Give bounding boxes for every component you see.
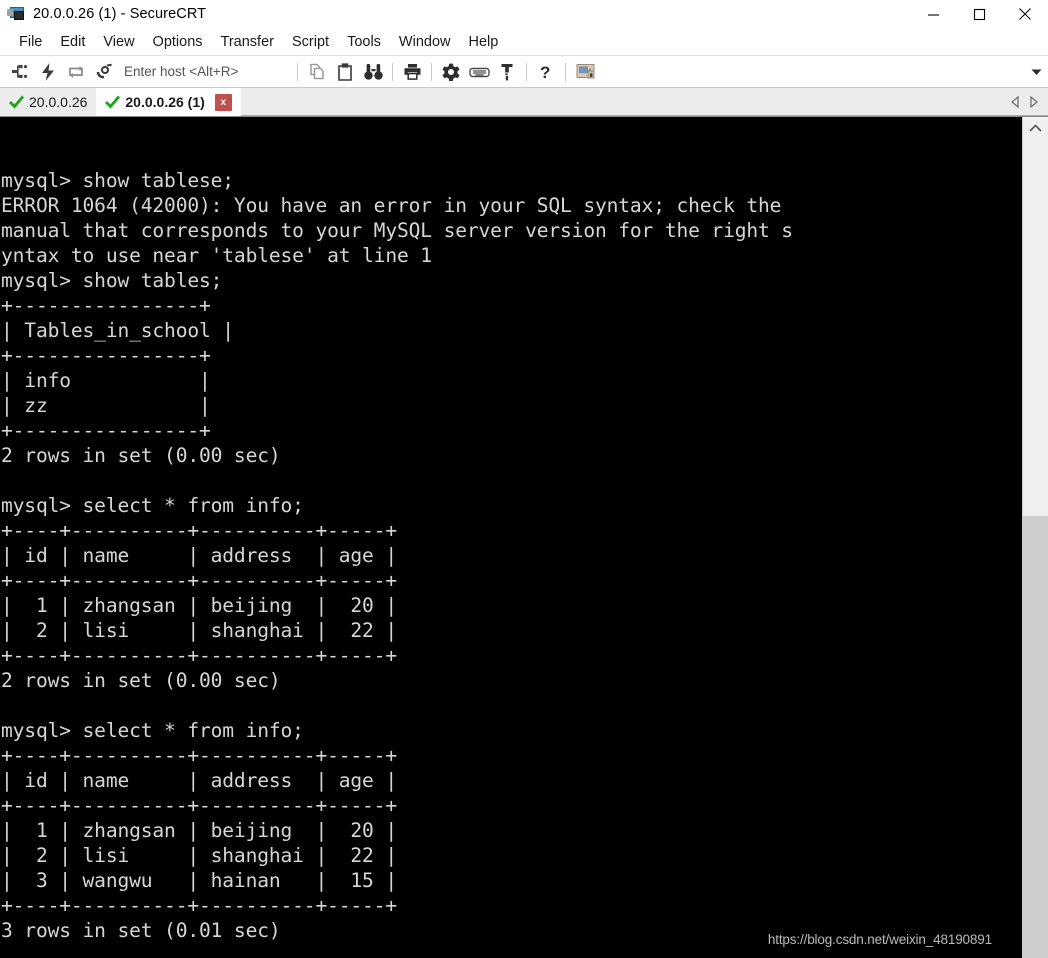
host-input[interactable]: Enter host <Alt+R> xyxy=(124,64,284,79)
tab-bar: 20.0.0.26 20.0.0.26 (1) x xyxy=(0,88,1048,116)
terminal-line: | 3 | wangwu | hainan | 15 | xyxy=(1,869,397,892)
tab-label: 20.0.0.26 xyxy=(29,94,88,110)
menu-file[interactable]: File xyxy=(10,32,51,52)
window-controls xyxy=(910,0,1048,28)
connected-check-icon xyxy=(9,95,24,109)
toolbar-separator xyxy=(392,62,393,81)
terminal-line: +----+----------+----------+-----+ xyxy=(1,569,397,592)
terminal-line: 3 rows in set (0.01 sec) xyxy=(1,919,281,942)
terminal-line: mysql> show tables; xyxy=(1,269,223,292)
terminal-line: mysql> show tablese; xyxy=(1,169,234,192)
key-icon[interactable] xyxy=(493,59,521,85)
toolbar-separator xyxy=(565,62,566,81)
terminal-line: | zz | xyxy=(1,394,211,417)
securecrt-window: 20.0.0.26 (1) - SecureCRT File Edit View… xyxy=(0,0,1048,958)
terminal-line: mysql> select * from info; xyxy=(1,719,304,742)
menu-help[interactable]: Help xyxy=(460,32,508,52)
terminal-line: | 1 | zhangsan | beijing | 20 | xyxy=(1,819,397,842)
terminal-line: 2 rows in set (0.00 sec) xyxy=(1,669,281,692)
terminal-line: mysql> select * from info; xyxy=(1,494,304,517)
terminal-line: | 2 | lisi | shanghai | 22 | xyxy=(1,619,397,642)
help-icon[interactable]: ? xyxy=(532,59,560,85)
toolbar-overflow-chevron-down-icon[interactable] xyxy=(1028,59,1044,85)
scrollbar-thumb[interactable] xyxy=(1023,139,1048,516)
terminal-line: | id | name | address | age | xyxy=(1,769,397,792)
connected-check-icon xyxy=(105,95,121,109)
toolbar-separator xyxy=(431,62,432,81)
tab-20-0-0-26[interactable]: 20.0.0.26 xyxy=(0,88,97,116)
terminal-line: | 2 | lisi | shanghai | 22 | xyxy=(1,844,397,867)
terminal-line: yntax to use near 'tablese' at line 1 xyxy=(1,244,432,267)
session-options-icon[interactable] xyxy=(571,59,599,85)
tab-scroll-right-icon[interactable] xyxy=(1024,88,1042,116)
close-button[interactable] xyxy=(1002,0,1048,28)
terminal-area: mysql> show tablese; ERROR 1064 (42000): … xyxy=(0,116,1048,958)
svg-text:?: ? xyxy=(540,63,550,81)
menu-tools[interactable]: Tools xyxy=(338,32,390,52)
terminal-scrollbar[interactable] xyxy=(1022,117,1048,958)
maximize-button[interactable] xyxy=(956,0,1002,28)
reconnect-icon[interactable] xyxy=(62,59,90,85)
scrollbar-track[interactable] xyxy=(1023,139,1048,958)
quick-connect-icon[interactable] xyxy=(34,59,62,85)
menu-script[interactable]: Script xyxy=(283,32,338,52)
scrollbar-track-lower[interactable] xyxy=(1023,515,1048,958)
menu-transfer[interactable]: Transfer xyxy=(212,32,283,52)
tab-20-0-0-26-1[interactable]: 20.0.0.26 (1) x xyxy=(96,88,241,116)
tab-bar-spacer xyxy=(240,88,1006,115)
title-bar: 20.0.0.26 (1) - SecureCRT xyxy=(0,0,1048,28)
menu-edit[interactable]: Edit xyxy=(51,32,94,52)
tab-close-button[interactable]: x xyxy=(214,93,232,111)
connect-icon[interactable] xyxy=(6,59,34,85)
window-title: 20.0.0.26 (1) - SecureCRT xyxy=(33,6,207,22)
menu-options[interactable]: Options xyxy=(144,32,212,52)
terminal-line: manual that corresponds to your MySQL se… xyxy=(1,219,793,242)
menu-window[interactable]: Window xyxy=(390,32,460,52)
minimize-button[interactable] xyxy=(910,0,956,28)
settings-gear-icon[interactable] xyxy=(437,59,465,85)
terminal-line: | id | name | address | age | xyxy=(1,544,397,567)
terminal-line: 2 rows in set (0.00 sec) xyxy=(1,444,281,467)
find-icon[interactable] xyxy=(359,59,387,85)
terminal-line: +----+----------+----------+-----+ xyxy=(1,644,397,667)
copy-icon[interactable] xyxy=(303,59,331,85)
tab-navigation xyxy=(1006,88,1048,115)
menu-view[interactable]: View xyxy=(94,32,143,52)
terminal-line: +----+----------+----------+-----+ xyxy=(1,744,397,767)
toolbar-separator xyxy=(297,62,298,81)
securecrt-app-icon xyxy=(7,6,25,22)
terminal-line: ERROR 1064 (42000): You have an error in… xyxy=(1,194,782,217)
terminal-line: +----+----------+----------+-----+ xyxy=(1,894,397,917)
terminal-line: | Tables_in_school | xyxy=(1,319,234,342)
terminal-line: | 1 | zhangsan | beijing | 20 | xyxy=(1,594,397,617)
paste-icon[interactable] xyxy=(331,59,359,85)
print-icon[interactable] xyxy=(398,59,426,85)
terminal-line: +----------------+ xyxy=(1,344,211,367)
scrollbar-up-arrow-icon[interactable] xyxy=(1023,117,1048,139)
disconnect-icon[interactable] xyxy=(90,59,118,85)
tab-scroll-left-icon[interactable] xyxy=(1006,88,1024,116)
toolbar: Enter host <Alt+R> ? xyxy=(0,56,1048,88)
terminal-line: +----------------+ xyxy=(1,294,211,317)
tab-label: 20.0.0.26 (1) xyxy=(125,94,205,110)
terminal-line: +----+----------+----------+-----+ xyxy=(1,519,397,542)
terminal-output[interactable]: mysql> show tablese; ERROR 1064 (42000): … xyxy=(0,117,1022,958)
toolbar-separator xyxy=(526,62,527,81)
terminal-line: +----+----------+----------+-----+ xyxy=(1,794,397,817)
menu-bar: File Edit View Options Transfer Script T… xyxy=(0,28,1048,56)
keyboard-icon[interactable] xyxy=(465,59,493,85)
terminal-line: +----------------+ xyxy=(1,419,211,442)
terminal-line: | info | xyxy=(1,369,211,392)
